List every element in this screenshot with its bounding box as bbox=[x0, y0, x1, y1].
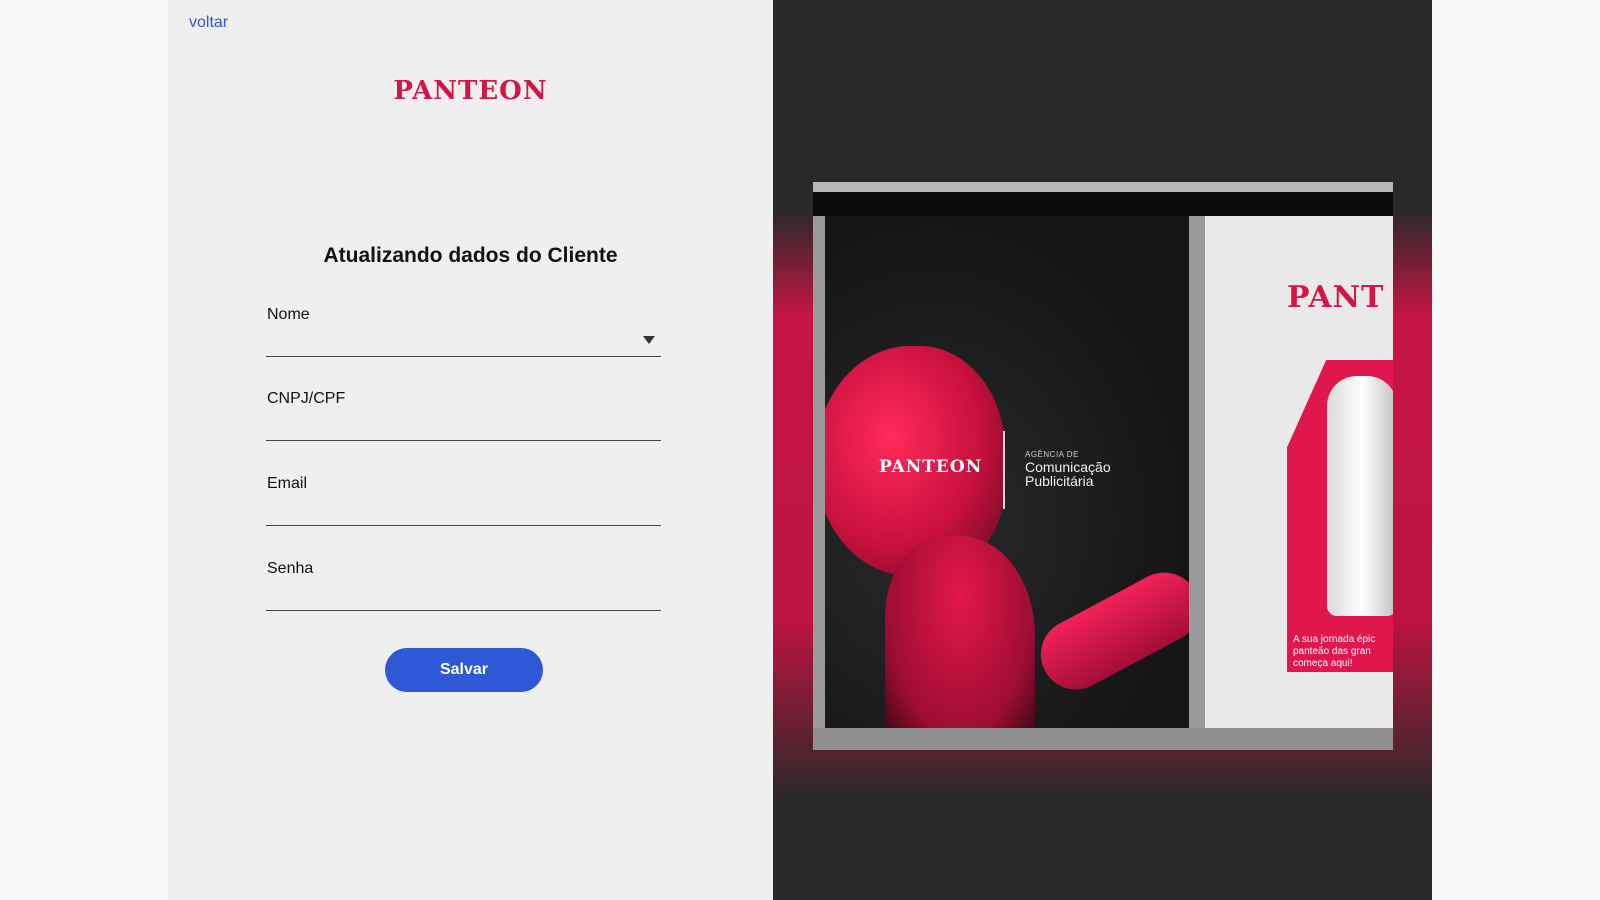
cnpj-cpf-label: CNPJ/CPF bbox=[267, 390, 346, 407]
statue-poster: PANTEON AGÊNCIA DE Comunicação Publicitá… bbox=[825, 216, 1189, 728]
hand-shape bbox=[1327, 376, 1393, 616]
mockup-frame-top bbox=[813, 182, 1393, 192]
poster-logo: PANTEON bbox=[879, 457, 983, 477]
side-poster-text: A sua jornada épic panteão das gran come… bbox=[1293, 634, 1375, 670]
chevron-down-icon[interactable] bbox=[643, 336, 655, 344]
password-input[interactable] bbox=[266, 584, 640, 608]
poster-divider bbox=[1003, 431, 1005, 509]
name-input[interactable] bbox=[266, 330, 640, 354]
password-label: Senha bbox=[267, 560, 314, 577]
name-field[interactable]: Nome bbox=[266, 306, 661, 357]
mockup-black-band bbox=[813, 192, 1393, 216]
name-label: Nome bbox=[267, 306, 310, 323]
poster-subtitle: AGÊNCIA DE bbox=[1025, 450, 1079, 459]
back-link[interactable]: voltar bbox=[189, 14, 228, 32]
email-field[interactable]: Email bbox=[266, 475, 661, 526]
poster-tagline-line1: Comunicação bbox=[1025, 459, 1111, 475]
email-label: Email bbox=[267, 475, 308, 492]
poster-tagline-line2: Publicitária bbox=[1025, 473, 1094, 489]
cnpj-cpf-input[interactable] bbox=[266, 414, 640, 438]
side-poster-text-line1: A sua jornada épic bbox=[1293, 634, 1376, 645]
form-title: Atualizando dados do Cliente bbox=[323, 244, 618, 267]
brand-logo: PANTEON bbox=[393, 76, 548, 106]
side-poster-text-line2: panteão das gran bbox=[1293, 646, 1371, 657]
save-button[interactable]: Salvar bbox=[385, 648, 543, 692]
poster-mockup-image: PANTEON AGÊNCIA DE Comunicação Publicitá… bbox=[813, 182, 1393, 750]
password-field[interactable]: Senha bbox=[266, 560, 661, 611]
side-poster-logo: PANT bbox=[1287, 280, 1385, 315]
mockup-frame-bottom bbox=[813, 728, 1393, 750]
side-poster: PANT A sua jornada épic panteão das gran… bbox=[1205, 216, 1393, 728]
form-panel: voltar PANTEON Atualizando dados do Clie… bbox=[168, 0, 773, 900]
hero-panel: PANTEON AGÊNCIA DE Comunicação Publicitá… bbox=[773, 0, 1432, 900]
app-frame: voltar PANTEON Atualizando dados do Clie… bbox=[168, 0, 1432, 900]
statue-neck-shape bbox=[885, 536, 1035, 728]
side-poster-text-line3: começa aqui! bbox=[1293, 658, 1353, 669]
email-input[interactable] bbox=[266, 499, 640, 523]
cnpj-cpf-field[interactable]: CNPJ/CPF bbox=[266, 390, 661, 441]
statue-arm-shape bbox=[1028, 560, 1189, 702]
poster-tagline: Comunicação Publicitária bbox=[1025, 460, 1111, 488]
